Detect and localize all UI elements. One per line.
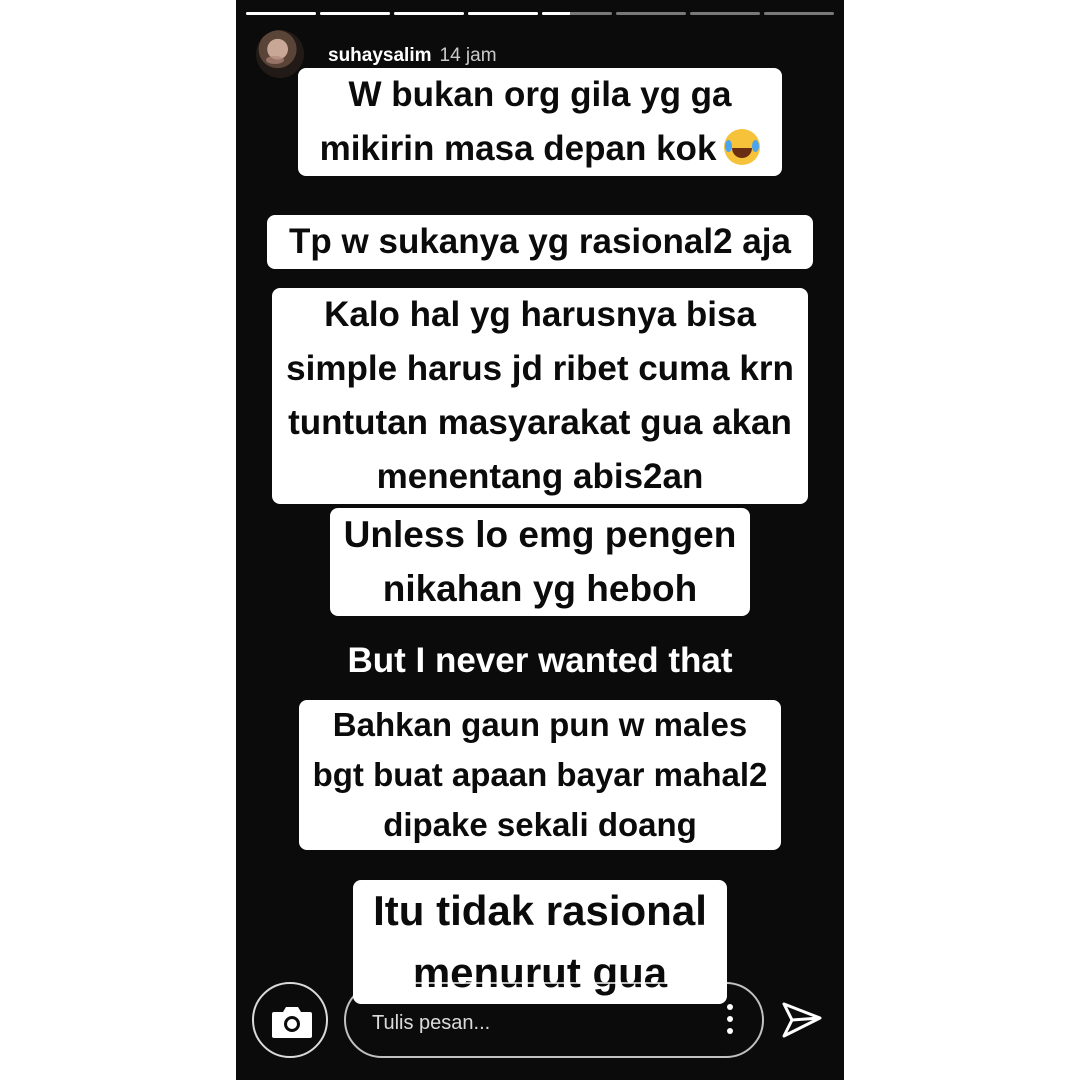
story-viewer[interactable]: suhaysalim 14 jam W bukan org gila yg ga… bbox=[236, 0, 844, 1080]
message-line: dipake sekali doang bbox=[383, 806, 697, 843]
message-4: Unless lo emg pengen nikahan yg heboh bbox=[236, 508, 844, 616]
progress-fill bbox=[320, 12, 390, 15]
message-5: But I never wanted that bbox=[236, 634, 844, 688]
message-3: Kalo hal yg harusnya bisa simple harus j… bbox=[236, 288, 844, 504]
progress-segment bbox=[468, 12, 538, 15]
message-line: Kalo hal yg harusnya bisa bbox=[324, 295, 756, 334]
progress-fill bbox=[542, 12, 570, 15]
story-progress-bar bbox=[246, 12, 834, 16]
tears-of-joy-emoji-icon bbox=[724, 129, 761, 165]
message-line: bgt buat apaan bayar mahal2 bbox=[312, 756, 768, 793]
message-line: But I never wanted that bbox=[347, 641, 733, 680]
progress-segment bbox=[542, 12, 612, 15]
progress-segment bbox=[320, 12, 390, 15]
progress-segment bbox=[616, 12, 686, 15]
message-6: Bahkan gaun pun w males bgt buat apaan b… bbox=[236, 700, 844, 850]
message-line: mikirin masa depan kok bbox=[320, 122, 761, 176]
message-line: simple harus jd ribet cuma krn bbox=[286, 349, 794, 388]
reply-input[interactable]: Tulis pesan... bbox=[344, 982, 764, 1058]
message-line: menentang abis2an bbox=[376, 457, 704, 496]
post-time: 14 jam bbox=[439, 45, 497, 66]
username[interactable]: suhaysalim bbox=[328, 45, 432, 67]
reply-placeholder: Tulis pesan... bbox=[372, 1012, 491, 1034]
message-line: Unless lo emg pengen bbox=[343, 514, 737, 555]
progress-fill bbox=[246, 12, 316, 15]
progress-segment bbox=[690, 12, 760, 15]
message-1: W bukan org gila yg ga mikirin masa depa… bbox=[236, 68, 844, 176]
progress-fill bbox=[394, 12, 464, 15]
message-line: Bahkan gaun pun w males bbox=[332, 706, 748, 743]
message-line: nikahan yg heboh bbox=[382, 568, 698, 609]
send-icon[interactable] bbox=[778, 996, 826, 1044]
message-line: Itu tidak rasional bbox=[373, 887, 707, 934]
progress-fill bbox=[468, 12, 538, 15]
message-line: tuntutan masyarakat gua akan bbox=[288, 403, 792, 442]
message-line: Tp w sukanya yg rasional2 aja bbox=[289, 222, 791, 261]
more-vertical-icon[interactable] bbox=[726, 1004, 734, 1038]
camera-button[interactable] bbox=[252, 982, 328, 1058]
progress-segment bbox=[764, 12, 834, 15]
message-2: Tp w sukanya yg rasional2 aja bbox=[236, 215, 844, 269]
progress-segment bbox=[394, 12, 464, 15]
camera-icon bbox=[272, 1007, 312, 1038]
message-line: W bukan org gila yg ga bbox=[348, 75, 732, 114]
progress-segment bbox=[246, 12, 316, 15]
